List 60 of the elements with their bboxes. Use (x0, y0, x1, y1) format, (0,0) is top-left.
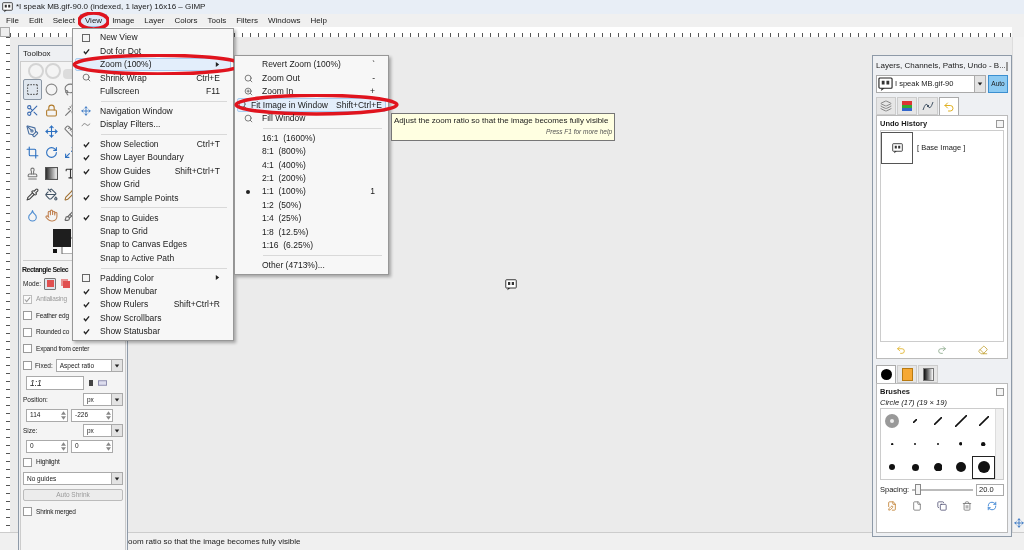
menu-item[interactable]: Fill Window (237, 111, 386, 125)
menu-item[interactable]: Navigation Window (75, 104, 231, 118)
shortcut: Shift+Ctrl+E (335, 98, 382, 112)
menu-item[interactable]: Snap to Guides (75, 211, 231, 225)
shortcut: Ctrl+T (195, 138, 220, 151)
menu-item[interactable]: 1:8 (12.5%) (237, 225, 386, 239)
menu-item[interactable]: Show Statusbar (75, 324, 231, 339)
menu-item[interactable]: Zoom Out - (237, 71, 386, 85)
menu-bar-item[interactable]: Windows (262, 14, 306, 27)
menu-item[interactable]: 1:1 (100%) 1 (237, 185, 386, 199)
menu-item[interactable]: Snap to Active Path (75, 251, 231, 265)
menu-bar-item[interactable]: Select (47, 14, 80, 27)
window-title: *I speak MB.gif-90.0 (indexed, 1 layer) 16x16 – GIMP (16, 1, 206, 13)
menu-item[interactable]: 4:1 (400%) (237, 158, 386, 172)
menu-bar-item[interactable]: Edit (23, 14, 48, 27)
menu-bar-item[interactable]: File (1, 14, 24, 27)
shortcut: + (369, 85, 375, 98)
menu-item[interactable]: Zoom In + (237, 84, 386, 99)
menu-item[interactable]: Display Filters... (75, 117, 231, 132)
menu-item[interactable]: Show Sample Points (75, 191, 231, 205)
shortcut: 1 (369, 185, 375, 199)
menu-item[interactable]: Revert Zoom (100%) ` (237, 58, 386, 72)
menu-item[interactable]: 1:4 (25%) (237, 211, 386, 226)
menu-item[interactable]: Fullscreen F11 (75, 84, 231, 98)
shortcut: Shift+Ctrl+T (173, 164, 220, 178)
menu-item[interactable]: Other (4713%)... (237, 258, 386, 272)
menu-item[interactable]: 1:2 (50%) (237, 198, 386, 212)
menu-item[interactable]: Shrink Wrap Ctrl+E (75, 71, 231, 85)
shortcut: F11 (204, 84, 220, 98)
window-title: Layers, Channels, Paths, Undo - B... (876, 60, 1006, 72)
window-title: Toolbox (22, 47, 51, 60)
menu-item[interactable]: Snap to Grid (75, 224, 231, 238)
menu-bar-item[interactable]: Filters (231, 14, 263, 27)
menu-item[interactable]: 8:1 (800%) (237, 144, 386, 159)
menu-bar-item[interactable]: Layer (139, 14, 170, 27)
menu-item[interactable]: 2:1 (200%) (237, 171, 386, 185)
menu-bar-item[interactable]: Tools (202, 14, 232, 27)
menu-item[interactable]: Show Layer Boundary (75, 151, 231, 165)
menu-item[interactable]: Show Selection Ctrl+T (75, 137, 231, 152)
ratio-field[interactable]: 1:1 (26, 376, 84, 390)
shortcut: - (371, 71, 375, 85)
menu-item[interactable]: Dot for Dot (75, 44, 231, 58)
menu-item[interactable]: New View (75, 31, 231, 45)
status-text: oom ratio so that the image becomes fully visible (128, 535, 301, 548)
tooltip-text: Adjust the zoom ratio so that the image becomes fully visible (394, 115, 610, 127)
menu-item[interactable]: Padding Color (75, 271, 231, 285)
menu-item[interactable]: 1:16 (6.25%) (237, 238, 386, 252)
shortcut: ` (371, 58, 375, 72)
menu-item[interactable]: Show Rulers Shift+Ctrl+R (75, 298, 231, 312)
shortcut: Ctrl+E (195, 71, 220, 85)
menu-bar-item[interactable]: Colors (169, 14, 203, 27)
shortcut: Shift+Ctrl+R (172, 298, 220, 312)
menu-bar-item[interactable]: Help (305, 14, 332, 27)
menu-item[interactable]: Show Guides Shift+Ctrl+T (75, 164, 231, 178)
menu-item[interactable]: Show Scrollbars (75, 311, 231, 325)
menu-item[interactable]: Show Grid (75, 177, 231, 192)
menu-item[interactable]: Show Menubar (75, 284, 231, 299)
menu-bar-item[interactable]: Image (107, 14, 140, 27)
menu-item[interactable]: Snap to Canvas Edges (75, 237, 231, 252)
menu-item[interactable]: 16:1 (1600%) (237, 131, 386, 145)
